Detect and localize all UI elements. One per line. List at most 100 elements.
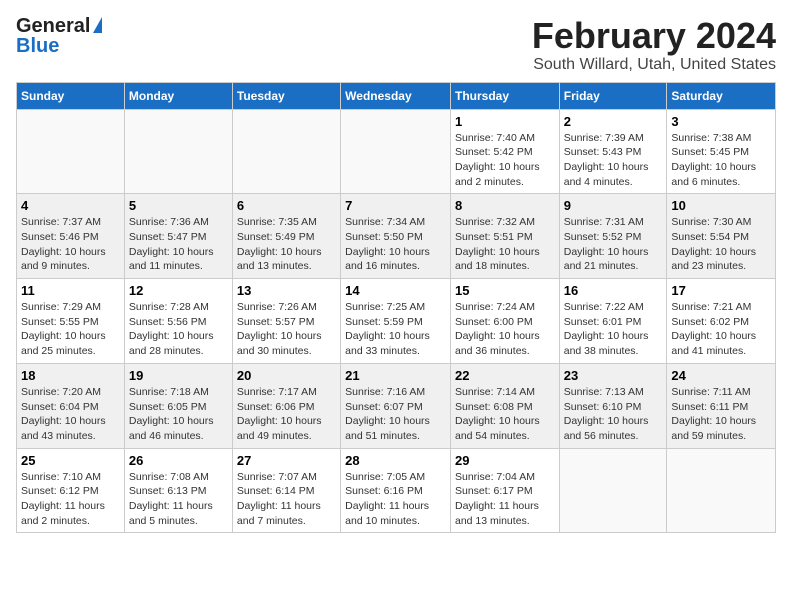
- day-number: 21: [345, 368, 446, 383]
- day-info: Sunrise: 7:04 AM Sunset: 6:17 PM Dayligh…: [455, 470, 555, 529]
- day-number: 25: [21, 453, 120, 468]
- calendar-cell: 15 Sunrise: 7:24 AM Sunset: 6:00 PM Dayli…: [450, 279, 559, 364]
- calendar-cell: [559, 448, 667, 533]
- day-info: Sunrise: 7:40 AM Sunset: 5:42 PM Dayligh…: [455, 131, 555, 190]
- day-info: Sunrise: 7:30 AM Sunset: 5:54 PM Dayligh…: [671, 215, 771, 274]
- calendar-cell: 13 Sunrise: 7:26 AM Sunset: 5:57 PM Dayli…: [232, 279, 340, 364]
- day-number: 11: [21, 283, 120, 298]
- day-number: 23: [564, 368, 663, 383]
- day-info: Sunrise: 7:29 AM Sunset: 5:55 PM Dayligh…: [21, 300, 120, 359]
- day-info: Sunrise: 7:34 AM Sunset: 5:50 PM Dayligh…: [345, 215, 446, 274]
- calendar-cell: [232, 109, 340, 194]
- day-info: Sunrise: 7:22 AM Sunset: 6:01 PM Dayligh…: [564, 300, 663, 359]
- calendar-header-row: SundayMondayTuesdayWednesdayThursdayFrid…: [17, 82, 776, 109]
- calendar-cell: 24Sunrise: 7:11 AM Sunset: 6:11 PM Dayli…: [667, 363, 776, 448]
- col-header-thursday: Thursday: [450, 82, 559, 109]
- day-number: 14: [345, 283, 446, 298]
- logo-blue-text: Blue: [16, 36, 59, 56]
- day-number: 13: [237, 283, 336, 298]
- day-number: 17: [671, 283, 771, 298]
- calendar-cell: 14 Sunrise: 7:25 AM Sunset: 5:59 PM Dayli…: [341, 279, 451, 364]
- calendar-cell: 4 Sunrise: 7:37 AM Sunset: 5:46 PM Daylig…: [17, 194, 125, 279]
- calendar-week-row: 25 Sunrise: 7:10 AM Sunset: 6:12 PM Dayli…: [17, 448, 776, 533]
- calendar-cell: 12 Sunrise: 7:28 AM Sunset: 5:56 PM Dayli…: [124, 279, 232, 364]
- location-title: South Willard, Utah, United States: [532, 56, 776, 74]
- col-header-sunday: Sunday: [17, 82, 125, 109]
- calendar-cell: 5Sunrise: 7:36 AM Sunset: 5:47 PM Daylig…: [124, 194, 232, 279]
- day-info: Sunrise: 7:05 AM Sunset: 6:16 PM Dayligh…: [345, 470, 446, 529]
- day-number: 1: [455, 114, 555, 129]
- calendar-week-row: 4 Sunrise: 7:37 AM Sunset: 5:46 PM Daylig…: [17, 194, 776, 279]
- day-info: Sunrise: 7:31 AM Sunset: 5:52 PM Dayligh…: [564, 215, 663, 274]
- month-title: February 2024: [532, 16, 776, 56]
- calendar-cell: 9Sunrise: 7:31 AM Sunset: 5:52 PM Daylig…: [559, 194, 667, 279]
- day-number: 2: [564, 114, 663, 129]
- day-info: Sunrise: 7:11 AM Sunset: 6:11 PM Dayligh…: [671, 385, 771, 444]
- col-header-wednesday: Wednesday: [341, 82, 451, 109]
- calendar-week-row: 11 Sunrise: 7:29 AM Sunset: 5:55 PM Dayli…: [17, 279, 776, 364]
- day-info: Sunrise: 7:32 AM Sunset: 5:51 PM Dayligh…: [455, 215, 555, 274]
- day-info: Sunrise: 7:28 AM Sunset: 5:56 PM Dayligh…: [129, 300, 228, 359]
- day-info: Sunrise: 7:35 AM Sunset: 5:49 PM Dayligh…: [237, 215, 336, 274]
- calendar-cell: [341, 109, 451, 194]
- day-number: 22: [455, 368, 555, 383]
- day-number: 6: [237, 198, 336, 213]
- title-area: February 2024 South Willard, Utah, Unite…: [532, 16, 776, 74]
- day-number: 27: [237, 453, 336, 468]
- calendar-week-row: 1 Sunrise: 7:40 AM Sunset: 5:42 PM Daylig…: [17, 109, 776, 194]
- logo: General Blue: [16, 16, 102, 56]
- day-number: 7: [345, 198, 446, 213]
- calendar-cell: 26 Sunrise: 7:08 AM Sunset: 6:13 PM Dayli…: [124, 448, 232, 533]
- calendar-week-row: 18Sunrise: 7:20 AM Sunset: 6:04 PM Dayli…: [17, 363, 776, 448]
- day-info: Sunrise: 7:07 AM Sunset: 6:14 PM Dayligh…: [237, 470, 336, 529]
- calendar-cell: 17 Sunrise: 7:21 AM Sunset: 6:02 PM Dayli…: [667, 279, 776, 364]
- day-info: Sunrise: 7:10 AM Sunset: 6:12 PM Dayligh…: [21, 470, 120, 529]
- calendar-cell: 3Sunrise: 7:38 AM Sunset: 5:45 PM Daylig…: [667, 109, 776, 194]
- calendar-cell: 10 Sunrise: 7:30 AM Sunset: 5:54 PM Dayli…: [667, 194, 776, 279]
- calendar-cell: 7 Sunrise: 7:34 AM Sunset: 5:50 PM Daylig…: [341, 194, 451, 279]
- calendar-cell: [124, 109, 232, 194]
- day-info: Sunrise: 7:08 AM Sunset: 6:13 PM Dayligh…: [129, 470, 228, 529]
- calendar-cell: 22 Sunrise: 7:14 AM Sunset: 6:08 PM Dayli…: [450, 363, 559, 448]
- day-number: 15: [455, 283, 555, 298]
- day-info: Sunrise: 7:14 AM Sunset: 6:08 PM Dayligh…: [455, 385, 555, 444]
- calendar-cell: 28 Sunrise: 7:05 AM Sunset: 6:16 PM Dayli…: [341, 448, 451, 533]
- day-info: Sunrise: 7:16 AM Sunset: 6:07 PM Dayligh…: [345, 385, 446, 444]
- day-info: Sunrise: 7:25 AM Sunset: 5:59 PM Dayligh…: [345, 300, 446, 359]
- calendar-cell: 11 Sunrise: 7:29 AM Sunset: 5:55 PM Dayli…: [17, 279, 125, 364]
- calendar-cell: 29 Sunrise: 7:04 AM Sunset: 6:17 PM Dayli…: [450, 448, 559, 533]
- day-number: 28: [345, 453, 446, 468]
- day-info: Sunrise: 7:21 AM Sunset: 6:02 PM Dayligh…: [671, 300, 771, 359]
- calendar-cell: [667, 448, 776, 533]
- calendar-cell: 25 Sunrise: 7:10 AM Sunset: 6:12 PM Dayli…: [17, 448, 125, 533]
- col-header-tuesday: Tuesday: [232, 82, 340, 109]
- day-info: Sunrise: 7:37 AM Sunset: 5:46 PM Dayligh…: [21, 215, 120, 274]
- day-number: 10: [671, 198, 771, 213]
- day-info: Sunrise: 7:17 AM Sunset: 6:06 PM Dayligh…: [237, 385, 336, 444]
- calendar-cell: [17, 109, 125, 194]
- col-header-friday: Friday: [559, 82, 667, 109]
- calendar-cell: 18Sunrise: 7:20 AM Sunset: 6:04 PM Dayli…: [17, 363, 125, 448]
- day-info: Sunrise: 7:39 AM Sunset: 5:43 PM Dayligh…: [564, 131, 663, 190]
- calendar-cell: 20 Sunrise: 7:17 AM Sunset: 6:06 PM Dayli…: [232, 363, 340, 448]
- calendar-cell: 23Sunrise: 7:13 AM Sunset: 6:10 PM Dayli…: [559, 363, 667, 448]
- calendar-cell: 16 Sunrise: 7:22 AM Sunset: 6:01 PM Dayli…: [559, 279, 667, 364]
- day-info: Sunrise: 7:24 AM Sunset: 6:00 PM Dayligh…: [455, 300, 555, 359]
- calendar-cell: 6 Sunrise: 7:35 AM Sunset: 5:49 PM Daylig…: [232, 194, 340, 279]
- day-number: 4: [21, 198, 120, 213]
- calendar-cell: 2 Sunrise: 7:39 AM Sunset: 5:43 PM Daylig…: [559, 109, 667, 194]
- col-header-monday: Monday: [124, 82, 232, 109]
- day-number: 12: [129, 283, 228, 298]
- day-number: 20: [237, 368, 336, 383]
- day-number: 8: [455, 198, 555, 213]
- day-info: Sunrise: 7:20 AM Sunset: 6:04 PM Dayligh…: [21, 385, 120, 444]
- day-number: 29: [455, 453, 555, 468]
- day-number: 5: [129, 198, 228, 213]
- day-info: Sunrise: 7:26 AM Sunset: 5:57 PM Dayligh…: [237, 300, 336, 359]
- calendar-cell: 27 Sunrise: 7:07 AM Sunset: 6:14 PM Dayli…: [232, 448, 340, 533]
- header: General Blue February 2024 South Willard…: [16, 16, 776, 74]
- calendar-table: SundayMondayTuesdayWednesdayThursdayFrid…: [16, 82, 776, 534]
- col-header-saturday: Saturday: [667, 82, 776, 109]
- day-number: 16: [564, 283, 663, 298]
- day-number: 26: [129, 453, 228, 468]
